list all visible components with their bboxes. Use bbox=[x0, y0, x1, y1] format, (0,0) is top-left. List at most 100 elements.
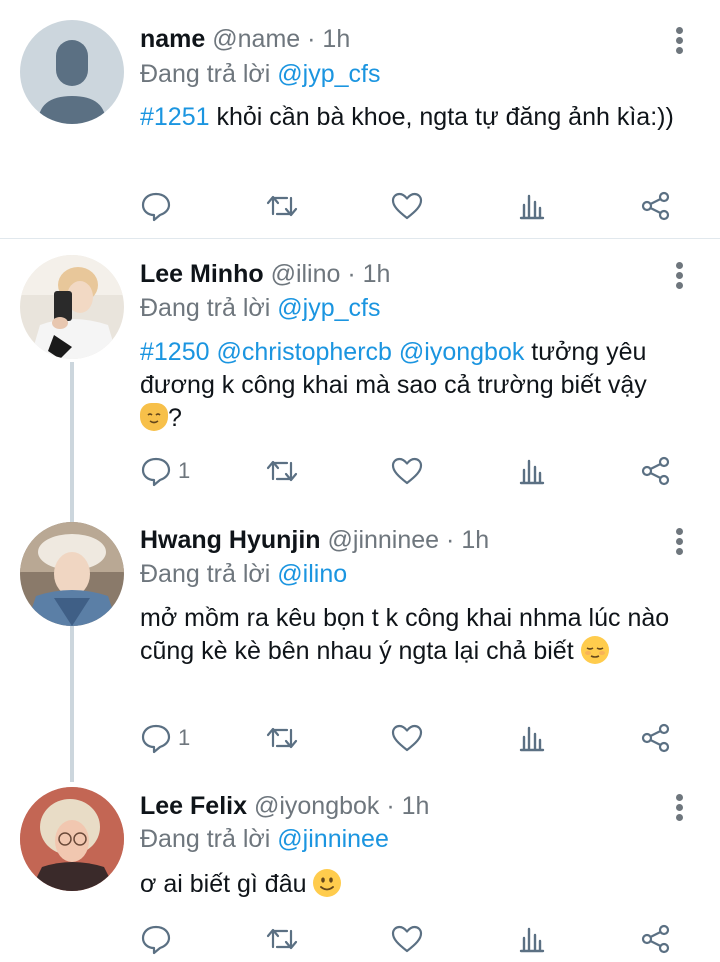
replying-to: Đang trả lời @jyp_cfs bbox=[140, 291, 380, 325]
replying-to-label: Đang trả lời bbox=[140, 60, 271, 88]
tweet-actions bbox=[0, 186, 720, 226]
user-handle[interactable]: @ilino bbox=[271, 260, 341, 288]
mention-link[interactable]: @christophercb bbox=[216, 338, 391, 366]
retweet-icon bbox=[266, 195, 298, 217]
replying-to: Đang trả lời @ilino bbox=[140, 557, 347, 591]
timestamp[interactable]: 1h bbox=[322, 25, 350, 53]
replying-to: Đang trả lời @jinninee bbox=[140, 822, 389, 856]
replying-to-label: Đang trả lời bbox=[140, 825, 271, 853]
tweet-text: ơ ai biết gì đâu bbox=[140, 868, 680, 901]
user-handle[interactable]: @jinninee bbox=[328, 526, 440, 554]
tweet-actions bbox=[0, 919, 720, 959]
tweet[interactable]: name @name · 1h Đang trả lời @jyp_cfs #1… bbox=[0, 0, 720, 238]
reply-icon bbox=[141, 192, 171, 222]
share-button[interactable] bbox=[640, 451, 672, 491]
tweet-header: Lee Felix @iyongbok · 1h bbox=[140, 789, 429, 823]
analytics-button[interactable] bbox=[518, 186, 546, 226]
like-button[interactable] bbox=[390, 451, 424, 491]
heart-icon bbox=[391, 925, 423, 953]
analytics-button[interactable] bbox=[518, 919, 546, 959]
timestamp[interactable]: 1h bbox=[402, 792, 430, 820]
reply-count: 1 bbox=[178, 725, 191, 750]
slightly-smiling-face-emoji bbox=[313, 869, 342, 897]
tweet-actions: 1 bbox=[0, 451, 720, 491]
share-button[interactable] bbox=[640, 919, 672, 959]
reply-to-mention[interactable]: @jyp_cfs bbox=[277, 60, 380, 88]
tweet-text-content: khỏi cần bà khoe, ngta tự đăng ảnh kìa:)… bbox=[209, 103, 674, 131]
relieved-face-emoji bbox=[580, 636, 609, 664]
separator-dot: · bbox=[386, 792, 395, 820]
tweet-text: mở mồm ra kêu bọn t k công khai nhma lúc… bbox=[140, 602, 685, 668]
reply-to-mention[interactable]: @jyp_cfs bbox=[277, 294, 380, 322]
avatar-default[interactable] bbox=[20, 20, 124, 124]
avatar-hwang-hyunjin[interactable] bbox=[20, 522, 124, 626]
separator-dot: · bbox=[347, 260, 356, 288]
analytics-icon bbox=[519, 194, 545, 220]
share-button[interactable] bbox=[640, 718, 672, 758]
more-options-icon[interactable] bbox=[666, 22, 694, 56]
separator-dot: · bbox=[307, 25, 316, 53]
user-handle[interactable]: @iyongbok bbox=[254, 792, 379, 820]
display-name[interactable]: Lee Minho bbox=[140, 260, 264, 288]
analytics-icon bbox=[519, 726, 545, 752]
tweet-text: #1250 @christophercb @iyongbok tưởng yêu… bbox=[140, 336, 660, 435]
timestamp[interactable]: 1h bbox=[461, 526, 489, 554]
tweet[interactable]: Lee Felix @iyongbok · 1h Đang trả lời @j… bbox=[0, 771, 720, 962]
tweet-header: Hwang Hyunjin @jinninee · 1h bbox=[140, 523, 489, 557]
avatar-lee-minho[interactable] bbox=[20, 255, 124, 359]
timestamp[interactable]: 1h bbox=[363, 260, 391, 288]
tweet-text-end: ? bbox=[168, 404, 182, 432]
analytics-icon bbox=[519, 927, 545, 953]
replying-to-label: Đang trả lời bbox=[140, 560, 271, 588]
reply-button[interactable] bbox=[140, 919, 178, 959]
display-name[interactable]: Lee Felix bbox=[140, 792, 247, 820]
tweet[interactable]: Hwang Hyunjin @jinninee · 1h Đang trả lờ… bbox=[0, 505, 720, 771]
reply-button[interactable]: 1 bbox=[140, 718, 190, 758]
tweet-text-content: ơ ai biết gì đâu bbox=[140, 870, 314, 898]
heart-icon bbox=[391, 724, 423, 752]
mention-link[interactable]: @iyongbok bbox=[399, 338, 524, 366]
reply-button[interactable]: 1 bbox=[140, 451, 190, 491]
separator-dot: · bbox=[446, 526, 455, 554]
display-name[interactable]: name bbox=[140, 25, 205, 53]
share-icon bbox=[641, 456, 670, 486]
retweet-icon bbox=[266, 460, 298, 482]
hashtag-link[interactable]: #1251 bbox=[140, 103, 210, 131]
more-options-icon[interactable] bbox=[666, 257, 694, 291]
retweet-button[interactable] bbox=[265, 919, 299, 959]
cat-face-emoji bbox=[140, 403, 168, 431]
retweet-icon bbox=[266, 727, 298, 749]
retweet-icon bbox=[266, 928, 298, 950]
share-icon bbox=[641, 924, 670, 954]
hashtag-link[interactable]: #1250 bbox=[140, 338, 210, 366]
heart-icon bbox=[391, 457, 423, 485]
retweet-button[interactable] bbox=[265, 718, 299, 758]
like-button[interactable] bbox=[390, 718, 424, 758]
like-button[interactable] bbox=[390, 919, 424, 959]
reply-to-mention[interactable]: @jinninee bbox=[277, 825, 389, 853]
analytics-icon bbox=[519, 459, 545, 485]
reply-count: 1 bbox=[178, 458, 191, 483]
tweet-actions: 1 bbox=[0, 718, 720, 758]
avatar-lee-felix[interactable] bbox=[20, 787, 124, 891]
reply-icon bbox=[141, 925, 171, 955]
share-button[interactable] bbox=[640, 186, 672, 226]
analytics-button[interactable] bbox=[518, 451, 546, 491]
more-options-icon[interactable] bbox=[666, 789, 694, 823]
analytics-button[interactable] bbox=[518, 718, 546, 758]
tweet[interactable]: Lee Minho @ilino · 1h Đang trả lời @jyp_… bbox=[0, 239, 720, 501]
more-options-icon[interactable] bbox=[666, 523, 694, 557]
reply-to-mention[interactable]: @ilino bbox=[277, 560, 347, 588]
tweet-text: #1251 khỏi cần bà khoe, ngta tự đăng ảnh… bbox=[140, 101, 680, 134]
reply-button[interactable] bbox=[140, 186, 178, 226]
retweet-button[interactable] bbox=[265, 186, 299, 226]
display-name[interactable]: Hwang Hyunjin bbox=[140, 526, 321, 554]
user-handle[interactable]: @name bbox=[212, 25, 300, 53]
share-icon bbox=[641, 191, 670, 221]
replying-to: Đang trả lời @jyp_cfs bbox=[140, 57, 380, 91]
like-button[interactable] bbox=[390, 186, 424, 226]
heart-icon bbox=[391, 192, 423, 220]
retweet-button[interactable] bbox=[265, 451, 299, 491]
reply-icon bbox=[141, 457, 171, 487]
replying-to-label: Đang trả lời bbox=[140, 294, 271, 322]
